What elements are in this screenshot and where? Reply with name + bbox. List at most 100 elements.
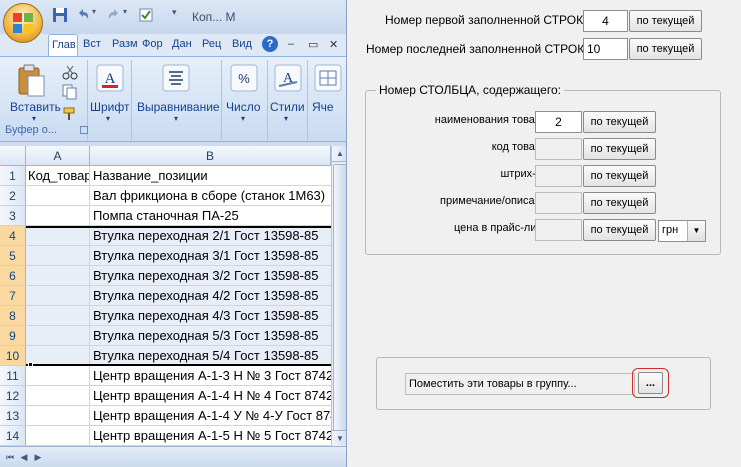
qat-customize-icon[interactable]: ▾ xyxy=(172,7,188,23)
close-icon[interactable]: ✕ xyxy=(329,38,338,51)
cell-b[interactable]: Втулка переходная 4/2 Гост 13598-85 xyxy=(90,286,331,306)
first-row-input[interactable]: 4 xyxy=(583,10,628,32)
number-icon[interactable]: % xyxy=(230,64,258,92)
scroll-thumb[interactable] xyxy=(333,164,346,432)
cell-b[interactable]: Вал фрикциона в сборе (станок 1М63) xyxy=(90,186,331,206)
cell-a[interactable] xyxy=(26,206,90,226)
clipboard-dialog-launcher-icon[interactable] xyxy=(80,126,88,134)
column-field-current-button[interactable]: по текущей xyxy=(583,111,656,133)
font-icon[interactable]: A xyxy=(96,64,124,92)
row-header[interactable]: 10 xyxy=(0,346,26,366)
fill-handle[interactable] xyxy=(28,362,33,367)
font-label[interactable]: Шрифт xyxy=(90,100,129,114)
cell-b[interactable]: Втулка переходная 3/2 Гост 13598-85 xyxy=(90,266,331,286)
tab-data[interactable]: Дан xyxy=(169,34,197,56)
column-field-current-button[interactable]: по текущей xyxy=(583,165,656,187)
cell-b[interactable]: Втулка переходная 4/3 Гост 13598-85 xyxy=(90,306,331,326)
paste-label[interactable]: Вставить xyxy=(10,100,61,114)
tab-formulas[interactable]: Фор xyxy=(139,34,167,56)
row-header[interactable]: 3 xyxy=(0,206,26,226)
currency-dropdown-icon[interactable]: ▼ xyxy=(687,221,705,241)
first-row-current-button[interactable]: по текущей xyxy=(629,10,702,32)
cell-b[interactable]: Название_позиции xyxy=(90,166,331,186)
spreadsheet-grid[interactable]: A B 1Код_товараНазвание_позиции2Вал фрик… xyxy=(0,146,331,446)
column-field-input[interactable] xyxy=(535,219,582,241)
restore-icon[interactable]: ▭ xyxy=(308,38,318,51)
tab-insert[interactable]: Вст xyxy=(80,34,106,56)
cell-a[interactable] xyxy=(26,346,90,366)
cells-icon[interactable] xyxy=(314,64,342,92)
tab-home[interactable]: Глав xyxy=(48,34,78,56)
redo-dropdown-icon[interactable]: ▾ xyxy=(123,7,139,23)
cell-a[interactable] xyxy=(26,186,90,206)
row-header[interactable]: 1 xyxy=(0,166,26,186)
alignment-dropdown-icon[interactable]: ▾ xyxy=(174,114,178,123)
currency-select[interactable]: грн ▼ xyxy=(658,220,706,242)
cell-b[interactable]: Втулка переходная 5/4 Гост 13598-85 xyxy=(90,346,331,366)
cell-a[interactable] xyxy=(26,366,90,386)
qat-extra-icon[interactable] xyxy=(138,7,154,23)
tab-view[interactable]: Вид xyxy=(229,34,259,56)
styles-label[interactable]: Стили xyxy=(270,100,305,114)
row-header[interactable]: 7 xyxy=(0,286,26,306)
group-name-field[interactable]: Поместить эти товары в группу... xyxy=(405,373,635,395)
prev-sheet-icon[interactable]: ◀ xyxy=(18,451,30,463)
column-field-input[interactable] xyxy=(535,192,582,214)
number-dropdown-icon[interactable]: ▾ xyxy=(241,114,245,123)
cell-a[interactable] xyxy=(26,266,90,286)
cell-b[interactable]: Помпа станочная ПА-25 xyxy=(90,206,331,226)
row-header[interactable]: 2 xyxy=(0,186,26,206)
row-header[interactable]: 6 xyxy=(0,266,26,286)
styles-icon[interactable]: A xyxy=(274,64,302,92)
tab-review[interactable]: Рец xyxy=(199,34,227,56)
cell-a[interactable] xyxy=(26,426,90,446)
cut-icon[interactable] xyxy=(62,64,78,80)
cell-b[interactable]: Втулка переходная 3/1 Гост 13598-85 xyxy=(90,246,331,266)
paste-dropdown-icon[interactable]: ▾ xyxy=(32,114,36,123)
save-icon[interactable] xyxy=(52,7,68,23)
cell-a[interactable] xyxy=(26,246,90,266)
help-icon[interactable]: ? xyxy=(262,36,278,52)
row-header[interactable]: 8 xyxy=(0,306,26,326)
row-header[interactable]: 9 xyxy=(0,326,26,346)
cell-b[interactable]: Втулка переходная 2/1 Гост 13598-85 xyxy=(90,226,331,246)
column-field-input[interactable] xyxy=(535,165,582,187)
row-header[interactable]: 4 xyxy=(0,226,26,246)
redo-icon[interactable] xyxy=(106,7,122,23)
minimize-icon[interactable]: – xyxy=(288,38,294,50)
cell-b[interactable]: Центр вращения А-1-3 Н № 3 Гост 8742 xyxy=(90,366,331,386)
cell-a[interactable] xyxy=(26,386,90,406)
row-header[interactable]: 13 xyxy=(0,406,26,426)
column-field-current-button[interactable]: по текущей xyxy=(583,192,656,214)
format-painter-icon[interactable] xyxy=(62,106,78,122)
column-field-input[interactable]: 2 xyxy=(535,111,582,133)
cell-a[interactable] xyxy=(26,226,90,246)
cells-label[interactable]: Яче xyxy=(312,100,334,114)
cell-b[interactable]: Втулка переходная 5/3 Гост 13598-85 xyxy=(90,326,331,346)
row-header[interactable]: 14 xyxy=(0,426,26,446)
last-row-current-button[interactable]: по текущей xyxy=(629,38,702,60)
copy-icon[interactable] xyxy=(62,84,78,100)
office-button[interactable] xyxy=(3,3,43,43)
column-header-b[interactable]: B xyxy=(90,146,331,166)
column-header-a[interactable]: A xyxy=(26,146,90,166)
cell-b[interactable]: Центр вращения А-1-4 Н № 4 Гост 8742 xyxy=(90,386,331,406)
cell-a[interactable] xyxy=(26,406,90,426)
undo-icon[interactable] xyxy=(75,7,91,23)
alignment-icon[interactable] xyxy=(162,64,190,92)
column-field-input[interactable] xyxy=(535,138,582,160)
next-sheet-icon[interactable]: ▶ xyxy=(32,451,44,463)
scroll-down-icon[interactable]: ▼ xyxy=(332,430,346,446)
column-field-current-button[interactable]: по текущей xyxy=(583,138,656,160)
cell-a[interactable] xyxy=(26,306,90,326)
cell-a[interactable] xyxy=(26,326,90,346)
vertical-scrollbar[interactable]: ▲ ▼ xyxy=(331,146,346,446)
select-all-corner[interactable] xyxy=(0,146,26,166)
row-header[interactable]: 5 xyxy=(0,246,26,266)
cell-a[interactable] xyxy=(26,286,90,306)
column-field-current-button[interactable]: по текущей xyxy=(583,219,656,241)
number-label[interactable]: Число xyxy=(226,100,261,114)
last-row-input[interactable]: 10 xyxy=(583,38,628,60)
first-sheet-icon[interactable]: ⏮ xyxy=(4,451,16,463)
cell-b[interactable]: Центр вращения А-1-5 Н № 5 Гост 8742 xyxy=(90,426,331,446)
